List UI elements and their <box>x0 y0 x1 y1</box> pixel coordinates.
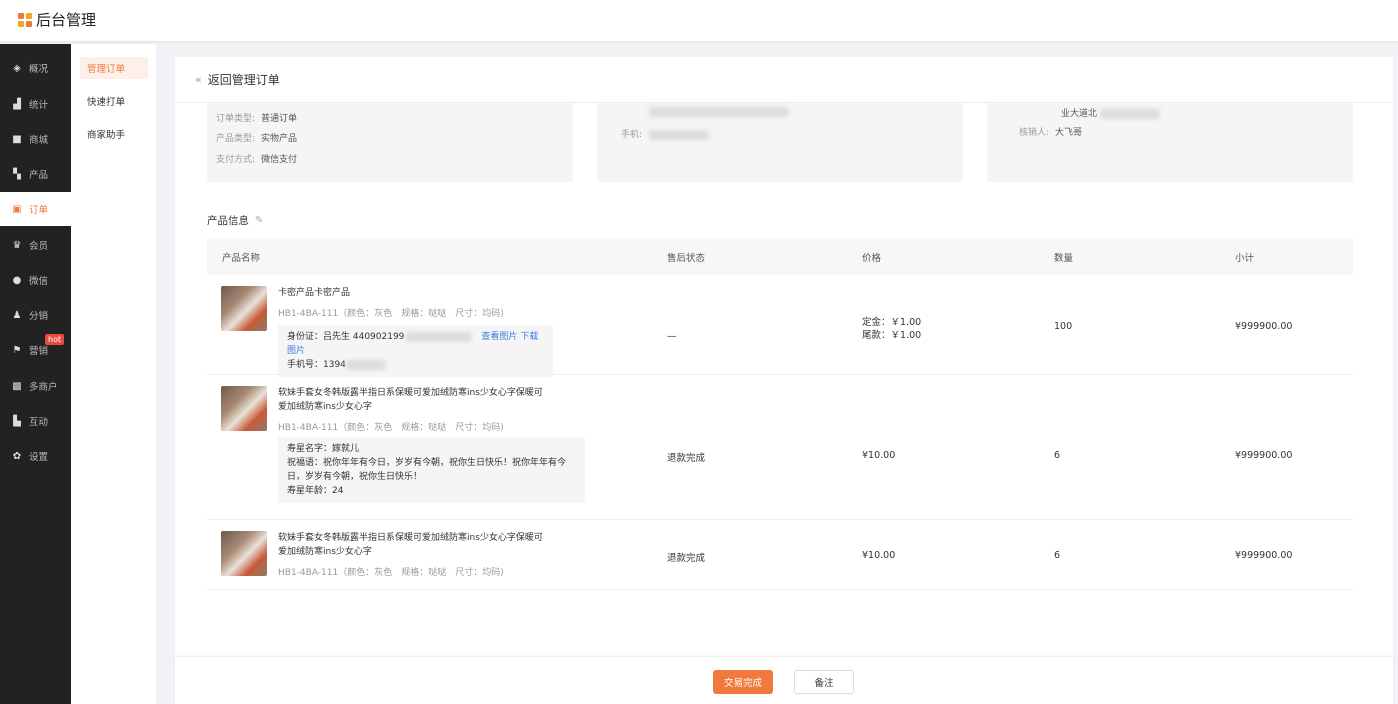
nav-item-distribution[interactable]: ♟ 分销 <box>0 298 71 332</box>
grid-icon: ▚ <box>13 168 21 180</box>
merchant-icon: ▩ <box>12 380 22 392</box>
blurred-address <box>649 107 789 117</box>
product-extra-info: 身份证：吕先生 440902199 查看图片 下载图片 手机号：1394 <box>278 325 553 377</box>
col-after-sale: 售后状态 <box>667 253 706 264</box>
nav-item-product[interactable]: ▚ 产品 <box>0 157 71 191</box>
nav-item-marketing[interactable]: ⚑ 营销 hot <box>0 333 71 367</box>
subnav-manage-orders[interactable]: 管理订单 <box>80 57 148 79</box>
phone-line: 手机号：1394 <box>287 358 544 372</box>
secondary-sidebar: 管理订单 快速打单 商家助手 <box>71 44 156 704</box>
subtotal-cell: ¥999900.00 <box>1235 550 1293 561</box>
col-subtotal: 小计 <box>1235 253 1255 264</box>
nav-item-stats[interactable]: ▟ 统计 <box>0 87 71 121</box>
wechat-icon: ● <box>12 274 22 286</box>
nav-item-multi-merchant[interactable]: ▩ 多商户 <box>0 369 71 403</box>
logo-icon <box>18 12 32 27</box>
table-row: 软妹手套女冬韩版露半指日系保暖可爱加绒防寒ins少女心字保暖可爱加绒防寒ins少… <box>207 520 1353 590</box>
nav-item-member[interactable]: ♛ 会员 <box>0 228 71 262</box>
double-chevron-left-icon: « <box>195 73 202 86</box>
order-info-box: 订单类型: 普通订单 产品类型: 实物产品 支付方式: 微信支付 <box>207 103 573 182</box>
price-cell: ¥10.00 <box>862 550 896 561</box>
product-type: 产品类型: 实物产品 <box>216 134 298 144</box>
order-detail-panel: « 返回管理订单 订单类型: 普通订单 产品类型: 实物产品 支付方式: 微信支付 手… <box>175 57 1393 704</box>
nav-item-order[interactable]: ▣ 订单 <box>0 192 71 226</box>
nav-item-wechat[interactable]: ● 微信 <box>0 263 71 297</box>
subnav-quick-print[interactable]: 快速打单 <box>80 90 148 112</box>
product-extra-info: 寿星名字：嫁就儿 祝福语：祝你年年有今日，岁岁有今朝，祝你生日快乐！祝你年年有今… <box>278 437 585 503</box>
product-thumbnail[interactable] <box>221 286 267 331</box>
subtotal-cell: ¥999900.00 <box>1235 450 1293 461</box>
hot-badge: hot <box>45 334 65 345</box>
product-name[interactable]: 卡密产品卡密产品 <box>278 286 548 300</box>
blessing-line: 祝福语：祝你年年有今日，岁岁有今朝，祝你生日快乐！祝你年年有今日，岁岁有今朝，祝… <box>287 458 567 482</box>
gear-icon: ✿ <box>12 450 22 462</box>
store-info-box: 业大道北 核销人: 大飞哥 <box>987 103 1353 182</box>
col-quantity: 数量 <box>1054 253 1074 264</box>
subtotal-cell: ¥999900.00 <box>1235 321 1293 332</box>
store-address: 业大道北 <box>1061 106 1160 119</box>
price-cell: ¥10.00 <box>862 450 896 461</box>
pay-method: 支付方式: 微信支付 <box>216 155 298 165</box>
after-sale-status: 退款完成 <box>667 553 706 564</box>
complete-trade-button[interactable]: 交易完成 <box>713 670 773 694</box>
order-icon: ▣ <box>12 203 22 215</box>
shop-icon: ■ <box>12 133 22 145</box>
nav-item-overview[interactable]: ◈ 概况 <box>0 51 71 85</box>
quantity-cell: 6 <box>1054 550 1061 561</box>
product-name[interactable]: 软妹手套女冬韩版露半指日系保暖可爱加绒防寒ins少女心字保暖可爱加绒防寒ins少… <box>278 386 548 414</box>
edit-icon[interactable]: ✎ <box>255 215 263 226</box>
verifier: 核销人: 大飞哥 <box>1019 128 1083 138</box>
product-info-title: 产品信息 ✎ <box>207 215 264 227</box>
nav-item-interact[interactable]: ▙ 互动 <box>0 404 71 438</box>
quantity-cell: 100 <box>1054 321 1073 332</box>
col-price: 价格 <box>862 253 882 264</box>
buyer-info-box: 手机: <box>597 103 963 182</box>
after-sale-status: — <box>667 331 677 342</box>
after-sale-status: 退款完成 <box>667 453 706 464</box>
back-label: 返回管理订单 <box>207 73 280 87</box>
remark-button[interactable]: 备注 <box>794 670 854 694</box>
col-product-name: 产品名称 <box>222 253 261 264</box>
price-cell: 定金：￥1.00 尾款：￥1.00 <box>862 317 922 341</box>
buyer-phone: 手机: <box>621 127 709 140</box>
chart-icon: ▟ <box>13 98 21 110</box>
app-logo[interactable]: 后台管理 <box>18 9 96 30</box>
id-card-line: 身份证：吕先生 440902199 查看图片 下载图片 <box>287 331 539 356</box>
nav-item-mall[interactable]: ■ 商城 <box>0 122 71 156</box>
crown-icon: ♛ <box>12 239 22 251</box>
birthday-name-line: 寿星名字：嫁就儿 <box>287 444 360 454</box>
birthday-age-line: 寿星年龄：24 <box>287 486 344 496</box>
product-name[interactable]: 软妹手套女冬韩版露半指日系保暖可爱加绒防寒ins少女心字保暖可爱加绒防寒ins少… <box>278 531 548 559</box>
table-row: 软妹手套女冬韩版露半指日系保暖可爱加绒防寒ins少女心字保暖可爱加绒防寒ins少… <box>207 375 1353 520</box>
action-footer: 交易完成 备注 <box>175 656 1393 704</box>
product-thumbnail[interactable] <box>221 386 267 431</box>
table-row: 卡密产品卡密产品 HB1-4BA-111（颜色：灰色 规格：哒哒 尺寸：均码) … <box>207 275 1353 377</box>
product-sku: HB1-4BA-111（颜色：灰色 规格：哒哒 尺寸：均码) <box>278 423 504 433</box>
product-thumbnail[interactable] <box>221 531 267 576</box>
user-share-icon: ♟ <box>12 309 22 321</box>
interact-icon: ▙ <box>13 415 21 427</box>
nav-item-settings[interactable]: ✿ 设置 <box>0 439 71 473</box>
table-header: 产品名称 售后状态 价格 数量 小计 <box>207 238 1353 275</box>
flag-icon: ⚑ <box>12 344 22 356</box>
subnav-merchant-assistant[interactable]: 商家助手 <box>80 123 148 145</box>
dashboard-icon: ◈ <box>13 62 21 74</box>
view-image-link[interactable]: 查看图片 <box>481 332 517 342</box>
product-sku: HB1-4BA-111（颜色：灰色 规格：哒哒 尺寸：均码) <box>278 309 504 319</box>
top-bar: 后台管理 <box>0 0 1398 42</box>
quantity-cell: 6 <box>1054 450 1061 461</box>
product-sku: HB1-4BA-111（颜色：灰色 规格：哒哒 尺寸：均码) <box>278 568 504 578</box>
back-link[interactable]: « 返回管理订单 <box>175 57 1393 103</box>
order-type: 订单类型: 普通订单 <box>216 114 298 124</box>
app-title: 后台管理 <box>36 11 97 29</box>
primary-sidebar: ◈ 概况 ▟ 统计 ■ 商城 ▚ 产品 ▣ 订单 ♛ 会员 ● 微信 ♟ 分销 ⚑ 营销 hot … <box>0 44 71 704</box>
